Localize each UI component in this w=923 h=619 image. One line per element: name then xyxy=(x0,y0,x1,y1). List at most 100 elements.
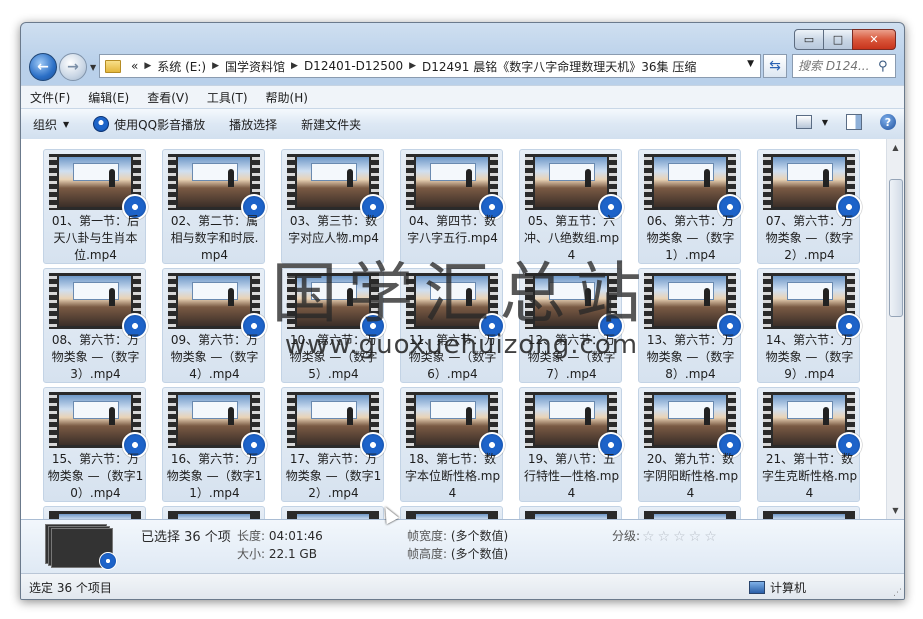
new-folder-button[interactable]: 新建文件夹 xyxy=(289,116,373,133)
breadcrumb-drive[interactable]: 系统 (E:) xyxy=(153,58,210,75)
file-item-partial[interactable] xyxy=(400,506,503,519)
change-view-icon[interactable] xyxy=(795,115,812,129)
breadcrumb-folder-1[interactable]: 国学资料馆 xyxy=(221,58,289,75)
file-item[interactable]: 11、第六节：万物类象 —（数字6）.mp4 xyxy=(400,268,505,383)
play-selection-label: 播放选择 xyxy=(229,117,278,132)
video-thumbnail xyxy=(406,511,498,519)
video-thumbnail xyxy=(168,511,260,519)
breadcrumb-chevron-icon[interactable]: ▶ xyxy=(407,61,418,71)
file-item[interactable]: 21、第十节：数字生克断性格.mp4 xyxy=(757,387,862,502)
file-item[interactable]: 14、第六节：万物类象 —（数字9）.mp4 xyxy=(757,268,862,383)
menu-help[interactable]: 帮助(H) xyxy=(257,89,317,106)
file-name: 05、第五节：六冲、八绝数组.mp4 xyxy=(523,214,620,262)
address-bar[interactable]: « ▶ 系统 (E:) ▶ 国学资料馆 ▶ D12401-D12500 ▶ D1… xyxy=(99,54,761,78)
video-file-icon xyxy=(99,552,117,570)
scroll-down-icon[interactable]: ▼ xyxy=(887,502,904,519)
file-item[interactable]: 18、第七节：数字本位断性格.mp4 xyxy=(400,387,505,502)
command-bar: 组织 ▼ 使用QQ影音播放 播放选择 新建文件夹 ▼ ? xyxy=(21,108,904,140)
preview-pane-icon[interactable] xyxy=(846,114,862,130)
vertical-scrollbar[interactable]: ▲ ▼ xyxy=(886,139,904,519)
play-selection-button[interactable]: 播放选择 xyxy=(217,116,289,133)
status-selection-text: 选定 36 个项目 xyxy=(29,580,112,595)
filmstrip-edge xyxy=(763,154,771,210)
file-item-partial[interactable] xyxy=(757,506,860,519)
forward-button[interactable]: → xyxy=(59,53,87,81)
menu-file[interactable]: 文件(F) xyxy=(21,89,79,106)
length-label: 长度: xyxy=(237,529,266,543)
file-item[interactable]: 08、第六节：万物类象 —（数字3）.mp4 xyxy=(43,268,148,383)
view-options-chevron-icon[interactable]: ▼ xyxy=(822,118,828,127)
file-item[interactable]: 06、第六节：万物类象 —（数字1）.mp4 xyxy=(638,149,743,264)
resize-grip-icon[interactable]: ⋰ xyxy=(893,588,902,598)
file-item-partial[interactable] xyxy=(162,506,265,519)
lecture-frame xyxy=(416,276,488,326)
lecture-frame xyxy=(654,276,726,326)
file-name: 18、第七节：数字本位断性格.mp4 xyxy=(404,452,501,500)
maximize-button[interactable]: □ xyxy=(823,29,853,50)
lecture-frame xyxy=(59,395,131,445)
file-item[interactable]: 15、第六节：万物类象 —（数字10）.mp4 xyxy=(43,387,148,502)
breadcrumb-folder-2[interactable]: D12401-D12500 xyxy=(300,59,407,73)
rating-stars[interactable]: ☆☆☆☆☆ xyxy=(642,529,720,545)
folder-icon xyxy=(105,59,121,73)
filmstrip-edge xyxy=(525,154,533,210)
file-item-partial[interactable] xyxy=(281,506,384,519)
search-box[interactable]: ⚲ xyxy=(792,54,896,78)
breadcrumb-folder-3[interactable]: D12491 晨铭《数字八字命理数理天机》36集 压缩 xyxy=(418,58,700,75)
scrollbar-thumb[interactable] xyxy=(889,179,903,317)
search-input[interactable] xyxy=(793,58,876,74)
minimize-button[interactable]: ▭ xyxy=(794,29,824,50)
recent-pages-dropdown[interactable]: ▼ xyxy=(90,63,96,72)
file-item[interactable]: 07、第六节：万物类象 —（数字2）.mp4 xyxy=(757,149,862,264)
file-item[interactable]: 03、第三节：数字对应人物.mp4 xyxy=(281,149,386,264)
address-overflow[interactable]: « xyxy=(127,59,142,73)
file-item[interactable]: 04、第四节：数字八字五行.mp4 xyxy=(400,149,505,264)
file-item[interactable]: 01、第一节：后天八卦与生肖本位.mp4 xyxy=(43,149,148,264)
file-name: 19、第八节：五行特性—性格.mp4 xyxy=(523,452,620,500)
file-item[interactable]: 16、第六节：万物类象 —（数字11）.mp4 xyxy=(162,387,267,502)
caption-buttons: ▭ □ ✕ xyxy=(794,29,896,50)
frame-width-label: 帧宽度: xyxy=(407,529,448,543)
file-list-area[interactable]: 01、第一节：后天八卦与生肖本位.mp4 02、第二节：属相与数字和时辰.mp4 0… xyxy=(21,139,904,519)
breadcrumb-chevron-icon[interactable]: ▶ xyxy=(142,61,153,71)
refresh-button[interactable]: ⇆ xyxy=(763,54,787,78)
forward-arrow-icon: → xyxy=(67,59,79,75)
file-name: 06、第六节：万物类象 —（数字1）.mp4 xyxy=(646,214,735,262)
details-pane: 已选择 36 个项 长度: 04:01:46 大小: 22.1 GB 帧宽度: … xyxy=(21,519,904,574)
lecture-frame xyxy=(535,157,607,207)
file-name: 13、第六节：万物类象 —（数字8）.mp4 xyxy=(646,333,735,381)
video-thumbnail xyxy=(49,511,141,519)
file-item-partial[interactable] xyxy=(43,506,146,519)
back-button[interactable]: ← xyxy=(29,53,57,81)
menu-edit[interactable]: 编辑(E) xyxy=(79,89,138,106)
file-item[interactable]: 17、第六节：万物类象 —（数字12）.mp4 xyxy=(281,387,386,502)
close-button[interactable]: ✕ xyxy=(852,29,896,50)
file-item[interactable]: 12、第六节：万物类象 —（数字7）.mp4 xyxy=(519,268,624,383)
file-item[interactable]: 19、第八节：五行特性—性格.mp4 xyxy=(519,387,624,502)
file-item-partial[interactable] xyxy=(638,506,741,519)
lecture-frame xyxy=(178,395,250,445)
menu-view[interactable]: 查看(V) xyxy=(138,89,198,106)
organize-button[interactable]: 组织 ▼ xyxy=(21,116,81,133)
file-item[interactable]: 10、第六节：万物类象 —（数字5）.mp4 xyxy=(281,268,386,383)
scroll-up-icon[interactable]: ▲ xyxy=(887,139,904,156)
breadcrumb-chevron-icon[interactable]: ▶ xyxy=(210,61,221,71)
file-item[interactable]: 05、第五节：六冲、八绝数组.mp4 xyxy=(519,149,624,264)
play-with-qq-button[interactable]: 使用QQ影音播放 xyxy=(81,116,217,133)
filmstrip-edge xyxy=(49,154,57,210)
address-dropdown-icon[interactable]: ▼ xyxy=(747,59,754,69)
menu-bar: 文件(F) 编辑(E) 查看(V) 工具(T) 帮助(H) xyxy=(21,85,904,108)
help-icon[interactable]: ? xyxy=(880,114,896,130)
filmstrip-edge xyxy=(763,273,771,329)
file-item[interactable]: 20、第九节：数字阴阳断性格.mp4 xyxy=(638,387,743,502)
status-bar: 选定 36 个项目 计算机 ⋰ xyxy=(21,573,904,599)
lecture-frame xyxy=(535,395,607,445)
breadcrumb-chevron-icon[interactable]: ▶ xyxy=(289,61,300,71)
file-item[interactable]: 09、第六节：万物类象 —（数字4）.mp4 xyxy=(162,268,267,383)
menu-tools[interactable]: 工具(T) xyxy=(198,89,257,106)
lecture-frame xyxy=(416,157,488,207)
file-item[interactable]: 02、第二节：属相与数字和时辰.mp4 xyxy=(162,149,267,264)
file-item-partial[interactable] xyxy=(519,506,622,519)
search-icon[interactable]: ⚲ xyxy=(878,59,888,74)
file-item[interactable]: 13、第六节：万物类象 —（数字8）.mp4 xyxy=(638,268,743,383)
